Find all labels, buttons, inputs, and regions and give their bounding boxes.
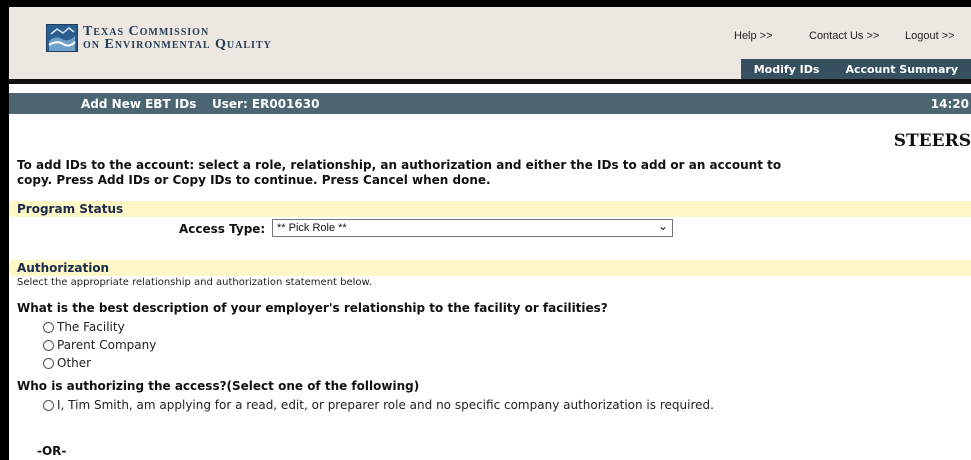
radio-label: Other (57, 356, 92, 370)
radio-the-facility[interactable]: The Facility (43, 320, 125, 334)
user-id: User: ER001630 (212, 97, 320, 111)
radio-other[interactable]: Other (43, 356, 91, 370)
radio-label: Parent Company (57, 338, 157, 352)
status-bar: Add New EBT IDs User: ER001630 14:20 (9, 93, 971, 114)
help-link[interactable]: Help >> (734, 30, 773, 42)
radio-circle-icon[interactable] (43, 321, 54, 333)
tceq-logo (46, 24, 78, 52)
radio-self-authorize[interactable] (43, 400, 54, 411)
radio-parent-company[interactable]: Parent Company (43, 338, 156, 352)
chevron-down-icon: ⌄ (657, 219, 668, 233)
contact-us-link[interactable]: Contact Us >> (809, 30, 879, 42)
clock-time: 14:20 (930, 97, 969, 111)
relationship-question: What is the best description of your emp… (17, 301, 608, 315)
or-separator: -OR- (37, 444, 67, 458)
header-divider (9, 79, 971, 84)
program-status-header: Program Status (9, 201, 971, 217)
page-frame: Texas Commission on Environmental Qualit… (9, 7, 971, 460)
nav-account-summary[interactable]: Account Summary (832, 63, 971, 76)
program-status-heading: Program Status (17, 202, 124, 216)
main-nav: Modify IDs Account Summary (740, 59, 971, 79)
authorizer-question: Who is authorizing the access?(Select on… (17, 379, 420, 393)
self-authorize-text: I, Tim Smith, am applying for a read, ed… (57, 398, 714, 412)
authorization-header: Authorization (9, 260, 971, 276)
steers-logo: STEERS (893, 131, 971, 151)
nav-modify-ids[interactable]: Modify IDs (741, 63, 833, 76)
access-type-value: ** Pick Role ** (277, 222, 347, 234)
access-type-label: Access Type: (179, 222, 266, 236)
authorization-heading: Authorization (17, 261, 110, 275)
radio-circle-icon[interactable] (43, 357, 54, 369)
radio-label: The Facility (57, 320, 125, 334)
access-type-select[interactable]: ** Pick Role ** ⌄ (272, 219, 673, 237)
agency-name: Texas Commission on Environmental Qualit… (83, 25, 272, 52)
instructions-text: To add IDs to the account: select a role… (17, 158, 782, 187)
agency-name-line2: on Environmental Quality (83, 37, 272, 52)
page-title: Add New EBT IDs (81, 97, 197, 111)
logout-link[interactable]: Logout >> (905, 30, 955, 42)
authorization-subtext: Select the appropriate relationship and … (17, 277, 372, 288)
radio-circle-icon[interactable] (43, 339, 54, 351)
site-header: Texas Commission on Environmental Qualit… (9, 7, 971, 79)
